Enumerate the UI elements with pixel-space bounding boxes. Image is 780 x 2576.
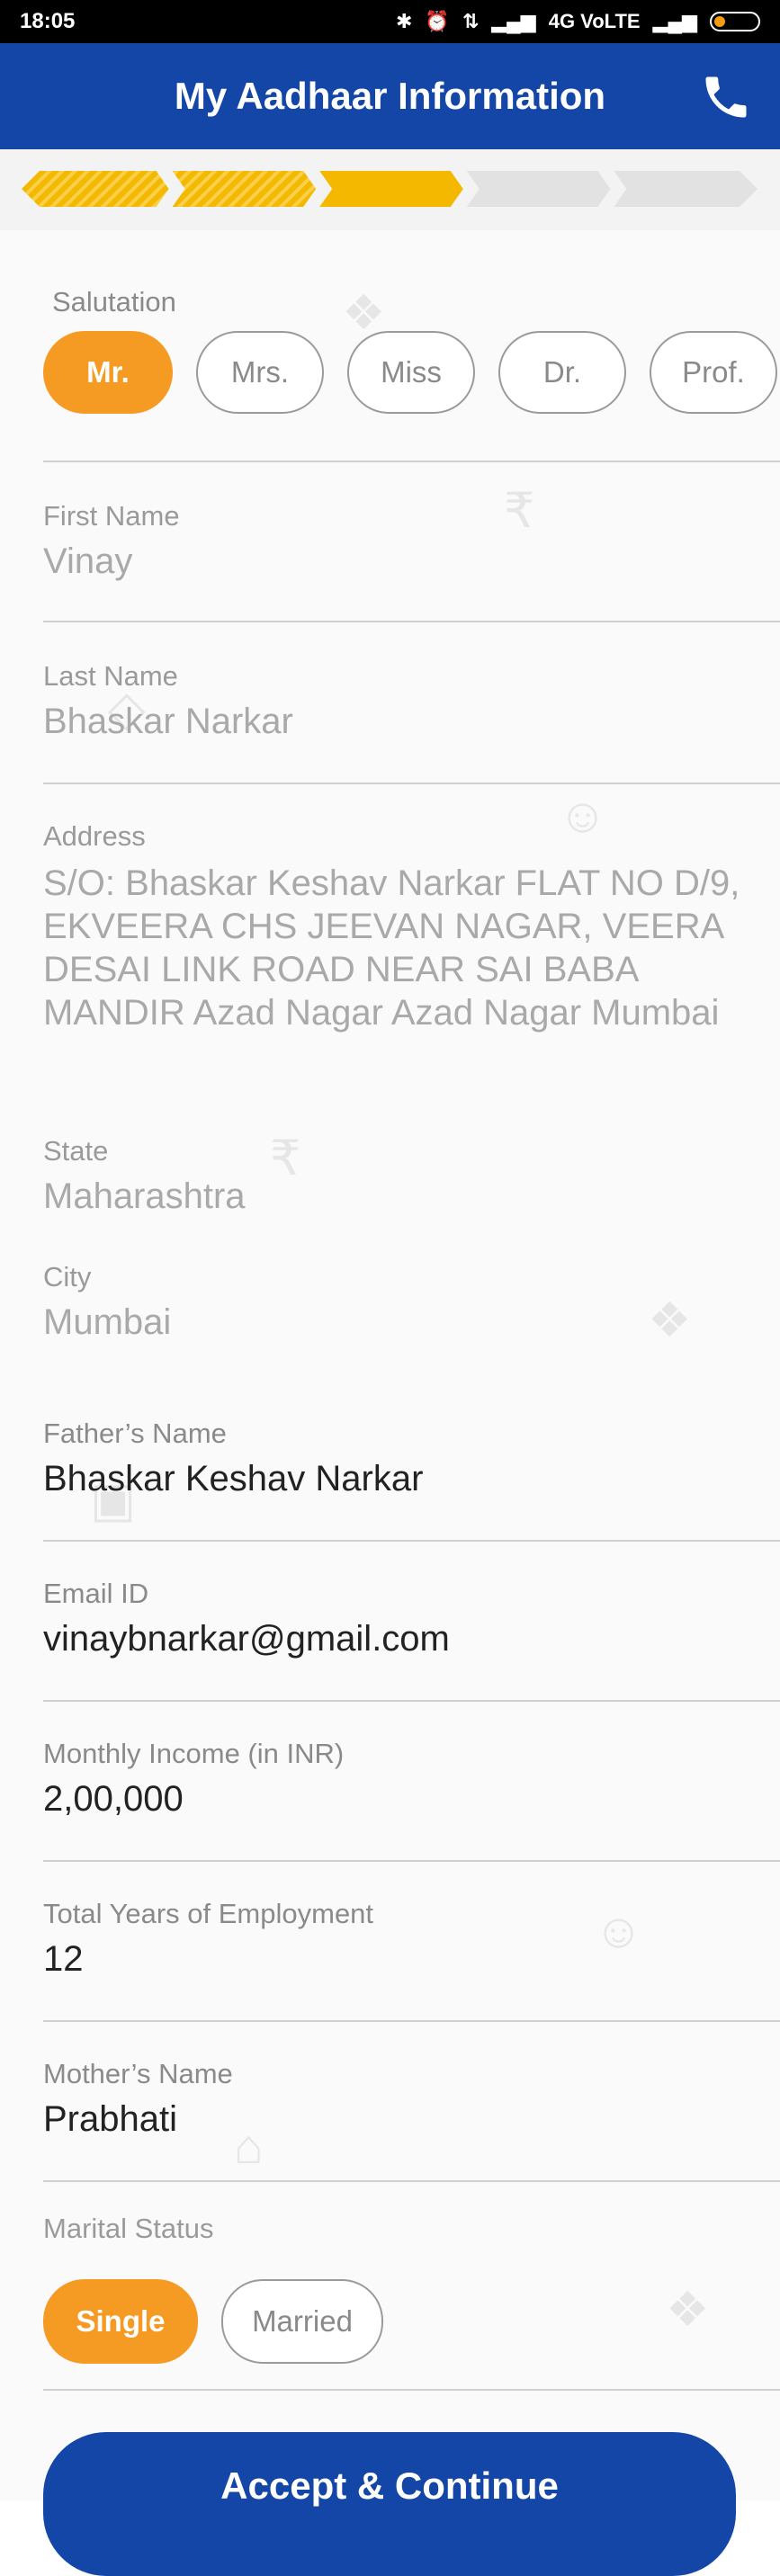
city-field[interactable]: City Mumbai xyxy=(43,1261,780,1343)
signal-icon: ▂▄▆ xyxy=(491,10,536,32)
mother-name-label: Mother’s Name xyxy=(43,2058,233,2089)
salutation-miss[interactable]: Miss xyxy=(347,331,475,414)
state-label: State xyxy=(43,1135,109,1167)
address-label: Address xyxy=(43,820,146,852)
salutation-mrs[interactable]: Mrs. xyxy=(196,331,324,414)
app-bar: My Aadhaar Information xyxy=(0,43,780,149)
network-type: 4G VoLTE xyxy=(548,10,641,32)
progress-step-complete xyxy=(22,171,169,207)
email-label: Email ID xyxy=(43,1578,149,1609)
battery-icon xyxy=(710,12,760,31)
fingerprint-icon: ❖ xyxy=(666,2283,710,2337)
last-name-value: Bhaskar Narkar xyxy=(43,702,293,741)
divider xyxy=(43,2389,780,2391)
progress-step-complete xyxy=(319,171,463,207)
status-bar: 18:05 ✱ ⏰ ⇅ ▂▄▆ 4G VoLTE ▂▄▆ xyxy=(0,0,780,43)
salutation-options: Mr. Mrs. Miss Dr. Prof. xyxy=(43,331,777,414)
marital-status-label: Marital Status xyxy=(43,2213,214,2244)
accept-continue-button[interactable]: Accept & Continue xyxy=(43,2432,736,2576)
employment-years-label: Total Years of Employment xyxy=(43,1898,374,1929)
divider xyxy=(43,621,780,622)
father-name-label: Father’s Name xyxy=(43,1418,227,1449)
marital-status-options: Single Married xyxy=(43,2279,383,2364)
first-name-value: Vinay xyxy=(43,541,133,581)
employment-years-field[interactable]: Total Years of Employment 12 xyxy=(43,1898,780,1980)
city-label: City xyxy=(43,1261,92,1292)
mother-name-field[interactable]: Mother’s Name Prabhati xyxy=(43,2058,780,2140)
divider xyxy=(43,1860,780,1862)
father-name-value: Bhaskar Keshav Narkar xyxy=(43,1459,424,1498)
phone-icon[interactable] xyxy=(699,70,753,124)
state-field[interactable]: State Maharashtra xyxy=(43,1135,780,1217)
step-progress-bar xyxy=(22,171,758,207)
email-field[interactable]: Email ID vinaybnarkar@gmail.com xyxy=(43,1578,780,1659)
signal-icon: ▂▄▆ xyxy=(652,10,697,32)
first-name-field[interactable]: First Name Vinay xyxy=(43,500,780,582)
status-time: 18:05 xyxy=(20,9,76,33)
bluetooth-icon: ✱ xyxy=(395,10,413,32)
mother-name-value: Prabhati xyxy=(43,2099,177,2139)
page-title: My Aadhaar Information xyxy=(174,75,606,117)
progress-step-complete xyxy=(172,171,317,207)
address-value: S/O: Bhaskar Keshav Narkar FLAT NO D/9, … xyxy=(43,863,740,1033)
salutation-label: Salutation xyxy=(52,286,176,318)
employment-years-value: 12 xyxy=(43,1939,84,1979)
monthly-income-field[interactable]: Monthly Income (in INR) 2,00,000 xyxy=(43,1738,780,1820)
progress-step-pending xyxy=(466,171,611,207)
progress-svg xyxy=(22,171,758,207)
salutation-prof[interactable]: Prof. xyxy=(650,331,777,414)
data-arrows-icon: ⇅ xyxy=(462,10,480,32)
last-name-field[interactable]: Last Name Bhaskar Narkar xyxy=(43,660,780,742)
divider xyxy=(43,1700,780,1702)
marital-married[interactable]: Married xyxy=(221,2279,383,2364)
first-name-label: First Name xyxy=(43,500,180,532)
divider xyxy=(43,2180,780,2182)
alarm-icon: ⏰ xyxy=(425,10,450,32)
last-name-label: Last Name xyxy=(43,660,178,692)
address-field[interactable]: Address S/O: Bhaskar Keshav Narkar FLAT … xyxy=(43,820,745,1034)
city-value: Mumbai xyxy=(43,1302,172,1342)
progress-step-pending xyxy=(614,171,758,207)
email-value: vinaybnarkar@gmail.com xyxy=(43,1619,450,1659)
state-value: Maharashtra xyxy=(43,1176,246,1216)
divider xyxy=(43,2020,780,2022)
monthly-income-value: 2,00,000 xyxy=(43,1779,184,1819)
salutation-dr[interactable]: Dr. xyxy=(498,331,626,414)
divider xyxy=(43,1540,780,1542)
marital-single[interactable]: Single xyxy=(43,2279,198,2364)
status-icons: ✱ ⏰ ⇅ ▂▄▆ 4G VoLTE ▂▄▆ xyxy=(396,10,760,33)
father-name-field[interactable]: Father’s Name Bhaskar Keshav Narkar xyxy=(43,1418,780,1499)
monthly-income-label: Monthly Income (in INR) xyxy=(43,1738,345,1769)
divider xyxy=(43,461,780,462)
divider xyxy=(43,783,780,784)
progress-section xyxy=(0,149,780,230)
salutation-mr[interactable]: Mr. xyxy=(43,331,173,414)
